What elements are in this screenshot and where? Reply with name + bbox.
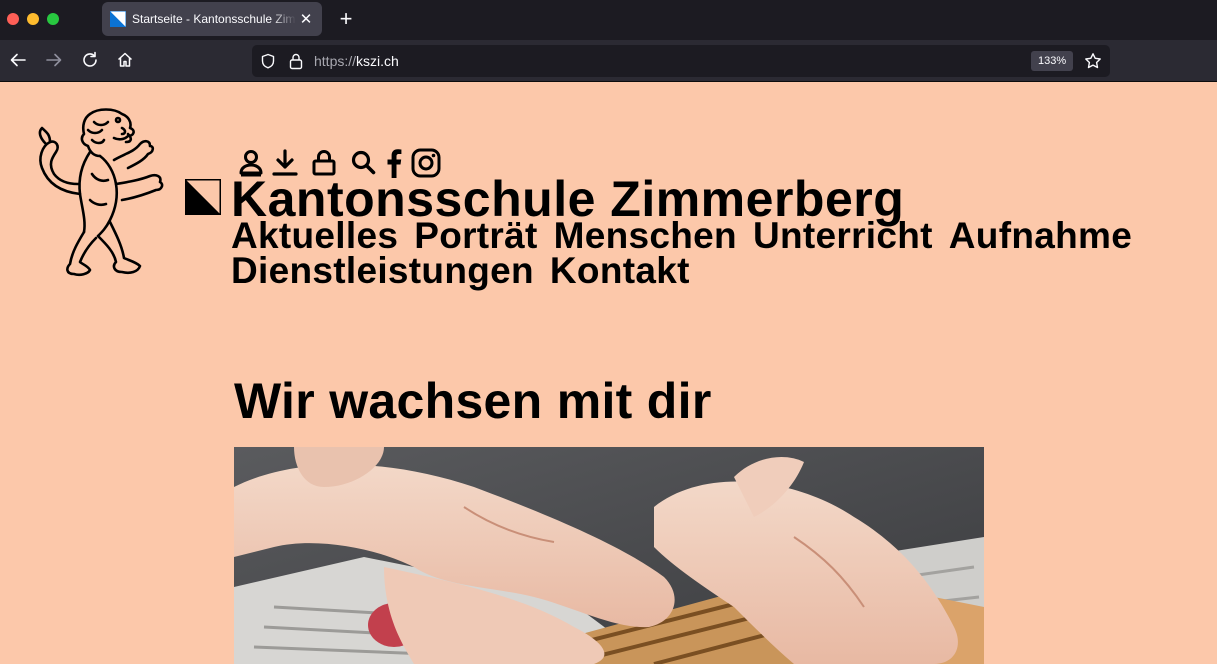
reload-icon	[83, 51, 97, 67]
close-window-button[interactable]	[7, 13, 19, 25]
url-text[interactable]: https://kszi.ch	[314, 53, 399, 69]
lion-logo-icon[interactable]	[32, 104, 172, 290]
navigation-toolbar: https://kszi.ch 133%	[0, 40, 1217, 82]
zurich-canton-logo-icon	[185, 179, 221, 215]
home-button[interactable]	[115, 50, 135, 70]
forward-button[interactable]	[44, 50, 64, 70]
nav-item-portraet[interactable]: Porträt	[414, 217, 537, 254]
nav-item-dienstleistungen[interactable]: Dienstleistungen	[231, 252, 534, 289]
new-tab-button[interactable]: +	[336, 8, 356, 30]
tracking-protection-shield-icon[interactable]	[260, 53, 276, 69]
nav-item-aktuelles[interactable]: Aktuelles	[231, 217, 398, 254]
zoom-level-badge[interactable]: 133%	[1031, 51, 1074, 71]
url-bar[interactable]: https://kszi.ch 133%	[252, 45, 1110, 77]
nav-item-unterricht[interactable]: Unterricht	[753, 217, 933, 254]
lock-icon[interactable]	[288, 52, 304, 70]
reload-button[interactable]	[80, 50, 100, 70]
back-arrow-icon	[10, 53, 26, 67]
page-headline: Wir wachsen mit dir	[234, 373, 712, 429]
zurich-favicon-icon	[110, 11, 126, 27]
home-icon	[117, 52, 133, 67]
bookmark-star-icon[interactable]	[1084, 52, 1102, 70]
minimize-window-button[interactable]	[27, 13, 39, 25]
hands-assembling-model-photo	[234, 447, 984, 664]
tab-close-icon[interactable]: ✕	[298, 10, 314, 28]
nav-item-kontakt[interactable]: Kontakt	[550, 252, 690, 289]
nav-item-aufnahme[interactable]: Aufnahme	[949, 217, 1132, 254]
tab-title: Startseite - Kantonsschule Zimmerberg	[132, 12, 296, 26]
tab-bar: Startseite - Kantonsschule Zimmerberg ✕ …	[0, 0, 1217, 40]
back-button[interactable]	[8, 50, 28, 70]
url-scheme: https://	[314, 53, 357, 69]
hero-image	[234, 447, 984, 664]
nav-item-menschen[interactable]: Menschen	[554, 217, 737, 254]
active-tab[interactable]: Startseite - Kantonsschule Zimmerberg ✕	[102, 2, 322, 36]
url-host: kszi.ch	[356, 53, 399, 69]
forward-arrow-icon	[46, 53, 62, 67]
main-navigation: Aktuelles Porträt Menschen Unterricht Au…	[231, 217, 1217, 289]
maximize-window-button[interactable]	[47, 13, 59, 25]
